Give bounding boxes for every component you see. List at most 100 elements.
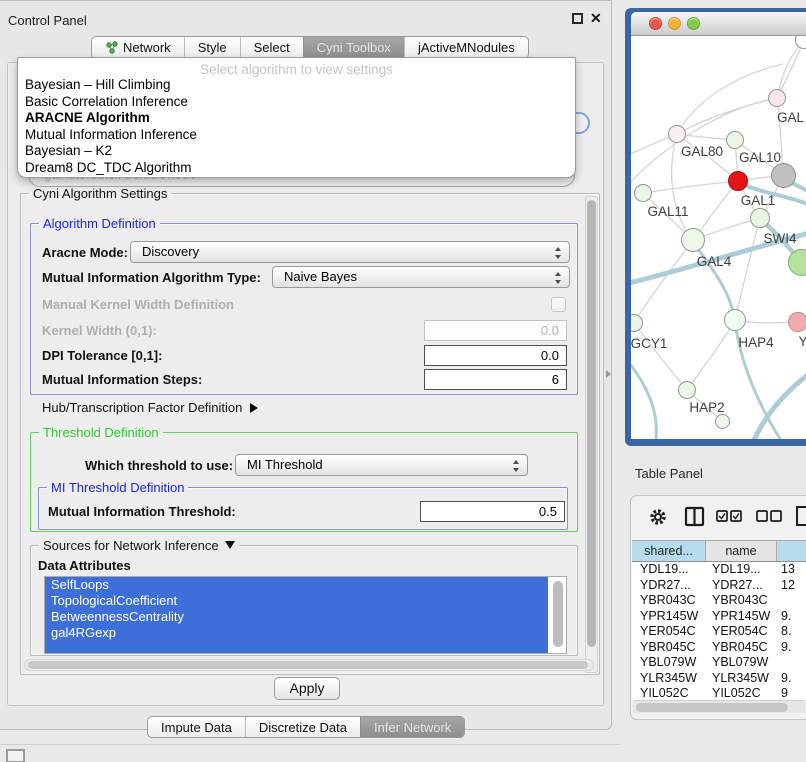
expander-right-icon: [250, 403, 258, 413]
node-label: GAL10: [739, 150, 781, 165]
dropdown-item[interactable]: Basic Correlation Inference: [18, 94, 575, 111]
close-traffic-light-icon[interactable]: [649, 17, 662, 30]
settings-horizontal-scrollbar[interactable]: [24, 659, 594, 671]
column-header-partial[interactable]: [777, 541, 806, 561]
dpi-tolerance-input[interactable]: 0.0: [424, 345, 567, 366]
tab-discretize-data[interactable]: Discretize Data: [245, 717, 360, 737]
table-horizontal-scrollbar[interactable]: [633, 700, 805, 713]
network-node-gal11[interactable]: [634, 184, 652, 202]
sources-collapse-header[interactable]: Sources for Network Inference: [39, 538, 239, 553]
manual-kernel-width-checkbox[interactable]: [551, 297, 566, 312]
panel-splitter-handle[interactable]: [606, 370, 611, 378]
network-node-gal80[interactable]: [668, 125, 686, 143]
tab-network[interactable]: Network: [92, 37, 184, 58]
settings-vertical-scrollbar[interactable]: [585, 196, 598, 673]
table-row[interactable]: YLR345WYLR345W9.: [632, 671, 806, 687]
table-panel-title: Table Panel: [635, 466, 703, 481]
collapse-down-icon: [225, 541, 235, 549]
tab-impute-data[interactable]: Impute Data: [148, 717, 245, 737]
which-threshold-label: Which threshold to use:: [85, 458, 233, 473]
aracne-mode-label: Aracne Mode:: [42, 245, 128, 260]
scrollbar-thumb[interactable]: [636, 703, 788, 712]
tab-cyni-toolbox[interactable]: Cyni Toolbox: [303, 37, 404, 58]
minimize-traffic-light-icon[interactable]: [668, 17, 681, 30]
table-row[interactable]: YDL19...YDL19...13: [632, 562, 806, 578]
dock-divider: [0, 744, 620, 745]
minimized-panel-icon[interactable]: [6, 749, 25, 762]
dropdown-item[interactable]: Bayesian – Hill Climbing: [18, 77, 575, 94]
network-node[interactable]: [715, 414, 730, 429]
scrollbar-thumb[interactable]: [28, 661, 588, 669]
column-split-icon[interactable]: [684, 506, 706, 528]
mutual-information-threshold-input[interactable]: 0.5: [420, 501, 565, 522]
deselect-all-checkboxes-icon[interactable]: [756, 510, 782, 523]
network-window-titlebar[interactable]: [631, 12, 806, 36]
table-row[interactable]: YER054CYER054C8.: [632, 624, 806, 640]
attribute-item-selected[interactable]: SelfLoops: [45, 577, 548, 593]
combo-spinner-icon: [554, 246, 562, 260]
network-node-hap4[interactable]: [724, 309, 746, 331]
which-threshold-combo[interactable]: MI Threshold: [235, 454, 528, 476]
table-row[interactable]: YIL052CYIL052C9: [632, 686, 806, 701]
kernel-width-input[interactable]: 0.0: [424, 320, 567, 341]
table-row[interactable]: YBR043CYBR043C: [632, 593, 806, 609]
dropdown-item[interactable]: Mutual Information Inference: [18, 127, 575, 144]
network-node-pink[interactable]: [788, 312, 806, 332]
tab-infer-network[interactable]: Infer Network: [360, 717, 464, 737]
node-label: GAL4: [697, 254, 732, 269]
hub-transcription-factor-expander[interactable]: Hub/Transcription Factor Definition: [42, 400, 258, 415]
mutual-information-threshold-label: Mutual Information Threshold:: [48, 504, 236, 519]
table-header-row: shared... name: [632, 540, 806, 562]
combo-spinner-icon: [512, 459, 520, 473]
control-panel-tabbar: Network Style Select Cyni Toolbox jActiv…: [91, 36, 529, 59]
attribute-item-selected[interactable]: BetweennessCentrality: [45, 609, 548, 625]
mi-algorithm-type-combo[interactable]: Naive Bayes: [272, 266, 570, 288]
zoom-traffic-light-icon[interactable]: [687, 17, 700, 30]
group-title: Algorithm Definition: [39, 216, 160, 231]
list-scrollbar-thumb[interactable]: [553, 581, 563, 647]
dropdown-item[interactable]: Bayesian – K2: [18, 143, 575, 160]
table-row[interactable]: YDR27...YDR27...12: [632, 578, 806, 594]
dropdown-item-highlighted[interactable]: ARACNE Algorithm: [18, 110, 575, 127]
float-window-icon[interactable]: [572, 13, 583, 24]
apply-button[interactable]: Apply: [274, 677, 340, 700]
select-all-checkboxes-icon[interactable]: [716, 510, 742, 523]
node-label: GAL1: [741, 193, 776, 208]
table-row[interactable]: YBR045CYBR045C9.: [632, 640, 806, 656]
column-header-shared-name[interactable]: shared...: [632, 541, 706, 561]
tab-select[interactable]: Select: [240, 37, 303, 58]
manual-kernel-width-label: Manual Kernel Width Definition: [42, 297, 234, 312]
network-node[interactable]: [768, 89, 786, 107]
network-node-swi4[interactable]: [750, 208, 770, 228]
table-row[interactable]: YPR145WYPR145W9.: [632, 609, 806, 625]
tab-network-label: Network: [123, 40, 171, 55]
network-node-gal1-selected[interactable]: [728, 171, 748, 191]
gear-icon[interactable]: [648, 507, 668, 527]
tab-jactivemnodules[interactable]: jActiveMNodules: [404, 37, 528, 58]
node-label: GAL80: [681, 144, 723, 159]
tab-style[interactable]: Style: [184, 37, 240, 58]
attribute-item-selected[interactable]: gal4RGexp: [45, 625, 548, 641]
new-table-icon[interactable]: [795, 505, 806, 527]
control-panel-titlebar: Control Panel ✕: [0, 0, 612, 24]
column-header-name[interactable]: name: [706, 541, 777, 561]
group-title: Cyni Algorithm Settings: [29, 186, 171, 201]
node-label: GCY1: [631, 336, 667, 351]
close-icon[interactable]: ✕: [590, 10, 602, 27]
dropdown-item[interactable]: Dream8 DC_TDC Algorithm: [18, 160, 575, 177]
network-node-gal4[interactable]: [681, 228, 705, 252]
network-node-gal10[interactable]: [726, 131, 744, 149]
network-node-hap2[interactable]: [678, 381, 696, 399]
dropdown-prompt: Select algorithm to view settings: [18, 62, 575, 77]
network-node-gray[interactable]: [771, 163, 796, 188]
network-canvas[interactable]: GAL GAL80 GAL10 GAL1 GAL11 SWI4 GAL4 GCY…: [631, 36, 806, 439]
scrollbar-thumb[interactable]: [587, 200, 596, 647]
mi-steps-input[interactable]: 6: [424, 369, 567, 390]
aracne-mode-combo[interactable]: Discovery: [130, 241, 570, 263]
combo-spinner-icon: [554, 271, 562, 285]
data-attributes-label: Data Attributes: [38, 558, 131, 573]
attribute-item-selected-partial[interactable]: [45, 641, 548, 654]
attribute-item-selected[interactable]: TopologicalCoefficient: [45, 593, 548, 609]
table-row[interactable]: YBL079WYBL079W: [632, 655, 806, 671]
cyni-bottom-tabbar: Impute Data Discretize Data Infer Networ…: [147, 716, 465, 738]
